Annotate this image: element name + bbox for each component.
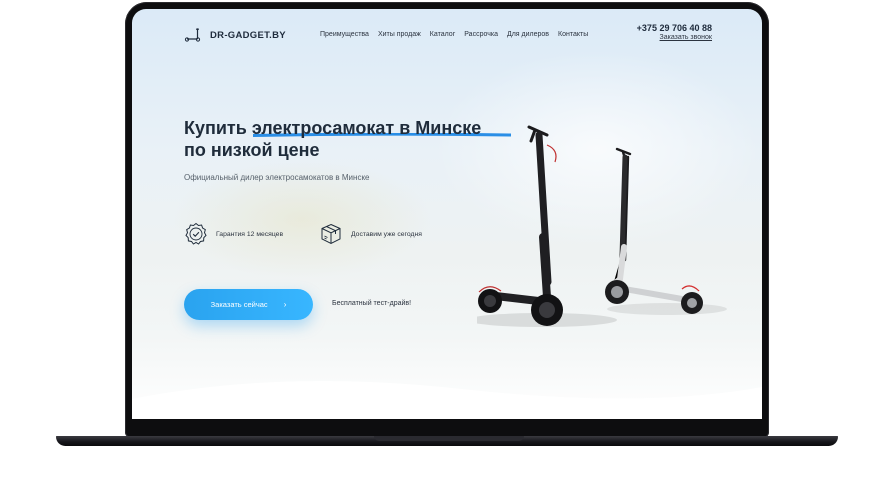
hero-title-line2: по низкой цене [184, 140, 320, 160]
feature-delivery: Доставим уже сегодня [319, 222, 422, 246]
feature-delivery-label: Доставим уже сегодня [351, 230, 422, 238]
test-drive-text: Бесплатный тест-драйв! [332, 300, 412, 307]
white-scooter [605, 147, 703, 314]
nav-item-dealers[interactable]: Для дилеров [507, 31, 549, 38]
nav-item-bestsellers[interactable]: Хиты продаж [378, 31, 421, 38]
badge-check-icon [185, 222, 207, 245]
box-icon [321, 223, 341, 245]
scooter-logo-icon [184, 28, 201, 42]
phone-number[interactable]: +375 29 706 40 88 [637, 23, 712, 33]
site-logo[interactable]: DR-GADGET.BY [184, 28, 286, 42]
order-now-button[interactable]: Заказать сейчас › [184, 289, 313, 320]
feature-warranty-label: Гарантия 12 месяцев [216, 230, 284, 238]
nav-item-catalog[interactable]: Каталог [430, 31, 455, 38]
feature-warranty: Гарантия 12 месяцев [184, 222, 283, 246]
laptop-notch [374, 436, 524, 441]
website-screen: DR-GADGET.BY Преимущества Хиты продаж Ка… [132, 9, 762, 419]
nav-item-installment[interactable]: Рассрочка [464, 31, 498, 38]
hero-title-line1: Купить электросамокат в Минске [184, 118, 482, 138]
chevron-right-icon: › [283, 300, 287, 309]
laptop-bezel-bottom [132, 419, 762, 435]
bottom-wave [132, 381, 762, 419]
callback-link[interactable]: Заказать звонок [660, 34, 712, 41]
main-nav: Преимущества Хиты продаж Каталог Рассроч… [320, 31, 588, 38]
black-scooter [478, 125, 563, 326]
order-now-label: Заказать сейчас [210, 300, 268, 309]
nav-item-contacts[interactable]: Контакты [558, 31, 588, 38]
hero-subtitle: Официальный дилер электросамокатов в Мин… [184, 173, 370, 182]
logo-text: DR-GADGET.BY [210, 29, 286, 41]
nav-item-advantages[interactable]: Преимущества [320, 31, 369, 38]
scooters-image [477, 125, 727, 327]
